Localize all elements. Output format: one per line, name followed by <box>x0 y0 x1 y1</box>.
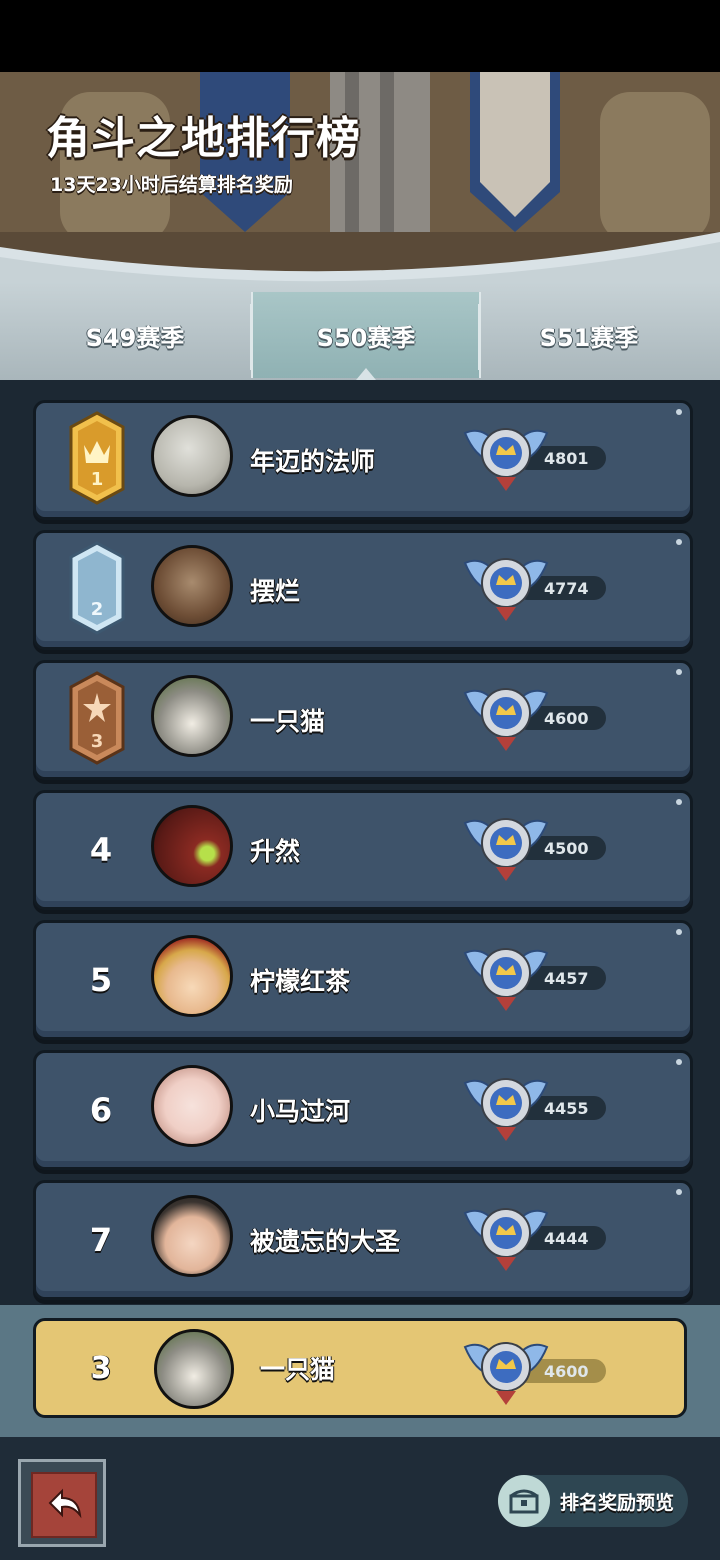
rank-wings-emblem-icon <box>463 558 549 621</box>
settlement-countdown: 13天23小时后结算排名奖励 <box>50 174 293 196</box>
rivet <box>676 669 682 675</box>
rivet <box>676 409 682 415</box>
avatar <box>151 1065 233 1147</box>
silver-moon-badge: 2 <box>69 541 125 635</box>
svg-text:1: 1 <box>91 469 104 490</box>
tab-s50[interactable]: S50赛季 <box>251 292 481 380</box>
svg-text:2: 2 <box>91 599 104 620</box>
my-avatar <box>154 1329 234 1409</box>
leaderboard-row[interactable]: 7 被遗忘的大圣 4444 <box>33 1180 693 1300</box>
player-name: 升然 <box>250 837 301 866</box>
rivet <box>676 1059 682 1065</box>
avatar <box>151 1195 233 1277</box>
status-bar <box>0 0 720 72</box>
avatar <box>151 935 233 1017</box>
rivet <box>676 1189 682 1195</box>
leaderboard-list[interactable]: 1 年迈的法师 4801 2 摆烂 4774 3 一只猫 4600 4 升然 4… <box>0 380 720 1305</box>
rank-wings-emblem-icon <box>463 818 549 881</box>
back-button[interactable] <box>18 1459 106 1547</box>
player-name: 摆烂 <box>250 577 301 606</box>
gold-crown-badge: 1 <box>69 411 125 505</box>
rivet <box>676 799 682 805</box>
my-rank-number: 3 <box>90 1350 112 1386</box>
back-arrow-icon <box>31 1472 97 1538</box>
player-name: 小马过河 <box>250 1097 351 1126</box>
rank-wings-emblem-icon <box>463 1208 549 1271</box>
chest-icon <box>498 1475 550 1527</box>
page-title: 角斗之地排行榜 <box>46 113 361 164</box>
reward-preview-button[interactable]: 排名奖励预览 <box>498 1475 688 1527</box>
avatar <box>151 805 233 887</box>
avatar <box>151 545 233 627</box>
rank-number: 6 <box>89 1091 113 1129</box>
tab-s51[interactable]: S51赛季 <box>476 292 702 378</box>
rank-wings-emblem-icon <box>463 688 549 751</box>
header-banner: 角斗之地排行榜 13天23小时后结算排名奖励 <box>0 72 720 282</box>
leaderboard-row[interactable]: 5 柠檬红茶 4457 <box>33 920 693 1040</box>
footer-bar: 排名奖励预览 <box>0 1437 720 1560</box>
rank-wings-emblem-icon <box>463 428 549 491</box>
my-rank-row[interactable]: 3 一只猫 4600 <box>33 1318 687 1418</box>
leaderboard-row[interactable]: 3 一只猫 4600 <box>33 660 693 780</box>
player-name: 被遗忘的大圣 <box>250 1227 401 1256</box>
rank-number: 4 <box>89 831 113 869</box>
rank-wings-emblem-icon <box>463 1078 549 1141</box>
leaderboard-row[interactable]: 6 小马过河 4455 <box>33 1050 693 1170</box>
leaderboard-row[interactable]: 1 年迈的法师 4801 <box>33 400 693 520</box>
leaderboard-row[interactable]: 2 摆烂 4774 <box>33 530 693 650</box>
rank-wings-emblem-icon <box>463 1342 549 1405</box>
rank-wings-emblem-icon <box>463 948 549 1011</box>
avatar <box>151 675 233 757</box>
season-tabs: S49赛季 S50赛季 S51赛季 <box>0 282 720 380</box>
tab-s49[interactable]: S49赛季 <box>22 292 248 378</box>
svg-text:3: 3 <box>91 731 104 752</box>
player-name: 年迈的法师 <box>250 447 376 476</box>
my-player-name: 一只猫 <box>260 1355 336 1384</box>
player-name: 柠檬红茶 <box>250 967 351 996</box>
rank-number: 7 <box>89 1221 113 1259</box>
rivet <box>676 539 682 545</box>
player-name: 一只猫 <box>250 707 326 736</box>
reward-preview-label: 排名奖励预览 <box>560 1491 675 1514</box>
leaderboard-row[interactable]: 4 升然 4500 <box>33 790 693 910</box>
rivet <box>676 929 682 935</box>
bronze-star-badge: 3 <box>69 671 125 765</box>
rank-number: 5 <box>89 961 113 999</box>
avatar <box>151 415 233 497</box>
